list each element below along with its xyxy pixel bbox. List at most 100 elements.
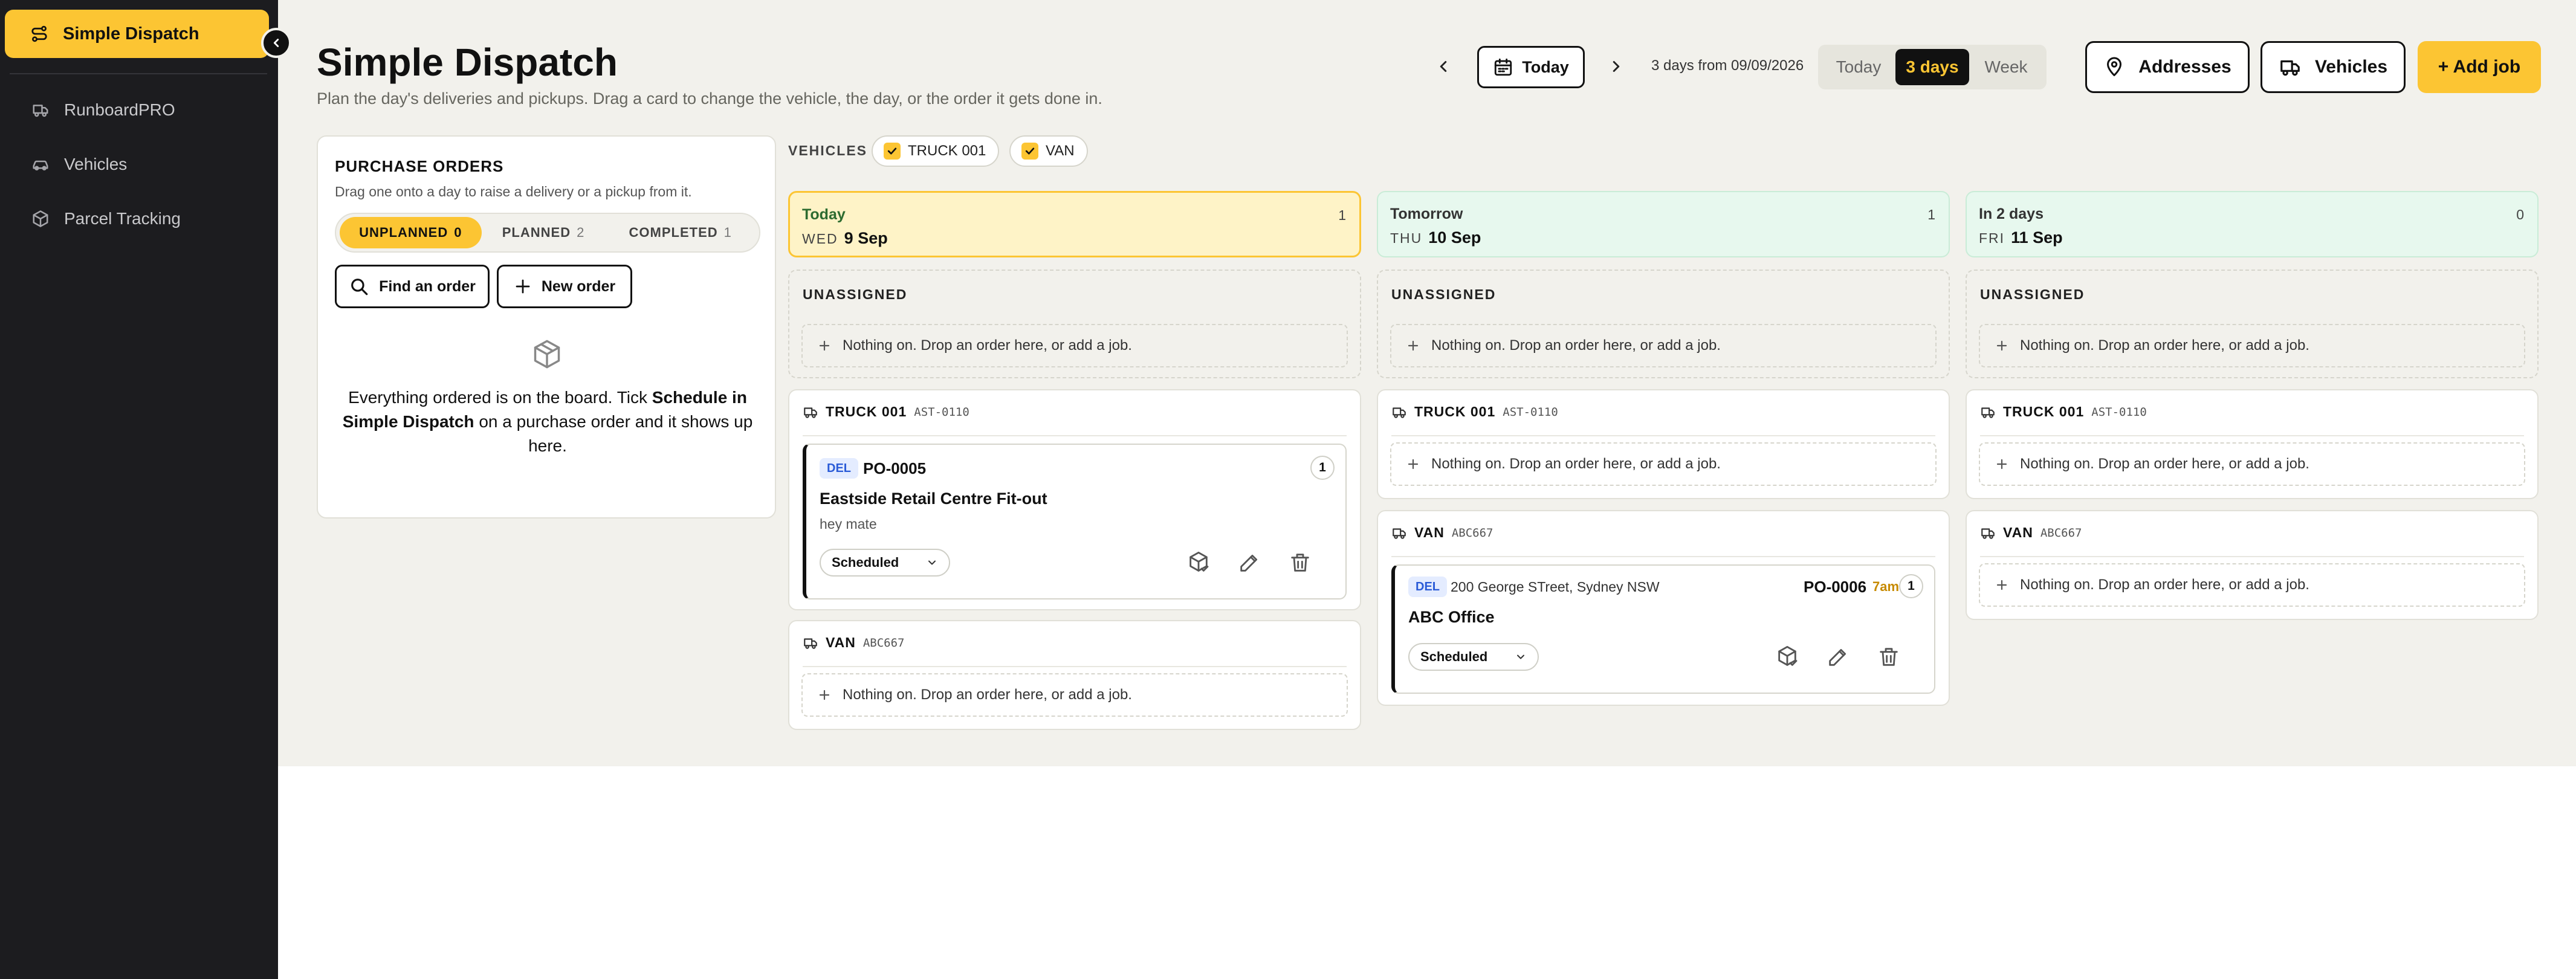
tab-count: 1 xyxy=(723,225,732,240)
day-job-count: 0 xyxy=(2516,207,2524,222)
chevron-down-icon xyxy=(926,557,938,569)
sidebar-item-label: Parcel Tracking xyxy=(64,209,181,228)
day-title: In 2 days xyxy=(1979,205,2044,222)
day-header-tomorrow: Tomorrow THU 10 Sep 1 xyxy=(1377,191,1950,257)
job-title: ABC Office xyxy=(1408,608,1495,626)
divider xyxy=(803,435,1347,436)
sidebar-item-label: Vehicles xyxy=(64,155,128,173)
truck-icon xyxy=(1391,404,1407,420)
sidebar-item-simple-dispatch[interactable]: Simple Dispatch xyxy=(5,10,269,58)
package-check-icon[interactable] xyxy=(1185,549,1212,577)
drop-zone-text: Nothing on. Drop an order here, or add a… xyxy=(1431,456,1721,472)
tab-label: PLANNED xyxy=(502,225,571,240)
truck-icon xyxy=(2279,56,2302,79)
job-card[interactable]: DEL 200 George STreet, Sydney NSW PO-000… xyxy=(1391,564,1935,694)
job-time: 7am xyxy=(1872,579,1900,594)
sidebar-item-parcel-tracking[interactable]: Parcel Tracking xyxy=(31,201,181,237)
vehicle-lane-truck-001: TRUCK 001 AST-0110 DEL PO-0005 1 Eastsid… xyxy=(788,389,1361,610)
checkbox-checked-icon xyxy=(884,143,901,160)
plus-icon xyxy=(1995,457,2009,471)
vehicle-lane-header: VAN ABC667 xyxy=(1391,525,1493,541)
tab-label: COMPLETED xyxy=(629,225,718,240)
unassigned-title: UNASSIGNED xyxy=(1980,286,2085,302)
status-value: Scheduled xyxy=(832,555,899,570)
today-button[interactable]: Today xyxy=(1477,46,1585,88)
job-sequence-badge: 1 xyxy=(1899,574,1923,598)
sidebar-divider xyxy=(10,73,267,74)
job-status-select[interactable]: Scheduled xyxy=(1408,643,1539,671)
addresses-button[interactable]: Addresses xyxy=(2085,41,2250,93)
plus-icon xyxy=(817,688,832,702)
addresses-button-label: Addresses xyxy=(2138,57,2231,77)
day-header-today: Today WED 9 Sep 1 xyxy=(788,191,1361,257)
chevron-down-icon xyxy=(1515,651,1527,663)
vehicle-lane-van: VAN ABC667 Nothing on. Drop an order her… xyxy=(1966,510,2539,620)
day-header-in-2-days: In 2 days FRI 11 Sep 0 xyxy=(1966,191,2539,257)
view-option-today[interactable]: Today xyxy=(1822,49,1895,85)
previous-day-button[interactable] xyxy=(1426,50,1460,83)
drop-zone[interactable]: Nothing on. Drop an order here, or add a… xyxy=(801,324,1348,367)
vehicle-filter-truck-001[interactable]: TRUCK 001 xyxy=(872,135,1000,167)
vehicle-name: VAN xyxy=(826,635,856,650)
drop-zone[interactable]: Nothing on. Drop an order here, or add a… xyxy=(1979,324,2525,367)
package-check-icon[interactable] xyxy=(1773,643,1801,671)
trash-icon[interactable] xyxy=(1286,549,1314,577)
next-day-button[interactable] xyxy=(1599,50,1633,83)
day-title: Today xyxy=(802,206,846,223)
divider xyxy=(1391,556,1935,557)
calendar-icon xyxy=(1493,57,1513,77)
trash-icon[interactable] xyxy=(1875,643,1903,671)
new-order-button[interactable]: New order xyxy=(497,265,632,308)
edit-icon[interactable] xyxy=(1824,643,1852,671)
search-icon xyxy=(349,276,369,297)
main-content: Simple Dispatch Plan the day's deliverie… xyxy=(278,0,2576,766)
job-po-number: PO-0005 xyxy=(863,459,927,477)
route-icon xyxy=(30,25,48,43)
sidebar-item-vehicles[interactable]: Vehicles xyxy=(31,146,127,183)
truck-icon xyxy=(1391,525,1407,541)
purchase-orders-title: PURCHASE ORDERS xyxy=(335,157,504,175)
drop-zone[interactable]: Nothing on. Drop an order here, or add a… xyxy=(1390,324,1937,367)
truck-icon xyxy=(1980,525,1996,541)
package-icon xyxy=(31,210,50,228)
job-address: 200 George STreet, Sydney NSW xyxy=(1451,579,1660,595)
drop-zone[interactable]: Nothing on. Drop an order here, or add a… xyxy=(1979,442,2525,486)
job-sequence-badge: 1 xyxy=(1310,456,1335,480)
view-option-3-days[interactable]: 3 days xyxy=(1895,49,1969,85)
view-option-week[interactable]: Week xyxy=(1969,49,2043,85)
plus-icon xyxy=(1406,338,1420,353)
status-value: Scheduled xyxy=(1420,649,1488,664)
edit-icon[interactable] xyxy=(1235,549,1263,577)
find-order-button[interactable]: Find an order xyxy=(335,265,490,308)
drop-zone[interactable]: Nothing on. Drop an order here, or add a… xyxy=(801,673,1348,717)
divider xyxy=(1391,435,1935,436)
sidebar-item-runboardpro[interactable]: RunboardPRO xyxy=(31,92,175,128)
vehicle-filter-label: TRUCK 001 xyxy=(908,143,986,159)
vehicle-filter-van[interactable]: VAN xyxy=(1009,135,1088,167)
purchase-orders-empty-message: Everything ordered is on the board. Tick… xyxy=(342,388,753,455)
drop-zone[interactable]: Nothing on. Drop an order here, or add a… xyxy=(1390,442,1937,486)
tab-planned[interactable]: PLANNED 2 xyxy=(482,217,606,248)
job-card[interactable]: DEL PO-0005 1 Eastside Retail Centre Fit… xyxy=(803,444,1347,599)
unassigned-lane: UNASSIGNED Nothing on. Drop an order her… xyxy=(1377,270,1950,378)
vehicle-lane-header: VAN ABC667 xyxy=(803,635,905,651)
tab-completed[interactable]: COMPLETED 1 xyxy=(605,217,756,248)
vehicle-code: ABC667 xyxy=(1451,526,1493,540)
job-status-select[interactable]: Scheduled xyxy=(820,549,950,577)
vehicles-button[interactable]: Vehicles xyxy=(2260,41,2406,93)
drop-zone-text: Nothing on. Drop an order here, or add a… xyxy=(2020,337,2309,354)
tab-unplanned[interactable]: UNPLANNED 0 xyxy=(340,217,482,248)
vehicle-name: TRUCK 001 xyxy=(826,404,907,419)
date-range-text: 3 days from 09/09/2026 xyxy=(1651,57,1804,74)
vehicle-lane-truck-001: TRUCK 001 AST-0110 Nothing on. Drop an o… xyxy=(1966,389,2539,499)
unassigned-lane: UNASSIGNED Nothing on. Drop an order her… xyxy=(788,270,1361,378)
sidebar-collapse-button[interactable] xyxy=(261,28,291,58)
unassigned-title: UNASSIGNED xyxy=(1391,286,1497,302)
drop-zone[interactable]: Nothing on. Drop an order here, or add a… xyxy=(1979,563,2525,607)
purchase-orders-subtitle: Drag one onto a day to raise a delivery … xyxy=(335,184,692,199)
view-switcher: Today 3 days Week xyxy=(1818,45,2047,89)
add-job-button[interactable]: + Add job xyxy=(2418,41,2541,93)
plus-icon xyxy=(1995,338,2009,353)
day-date: THU 10 Sep xyxy=(1390,228,1481,247)
page-subtitle: Plan the day's deliveries and pickups. D… xyxy=(317,89,1102,108)
